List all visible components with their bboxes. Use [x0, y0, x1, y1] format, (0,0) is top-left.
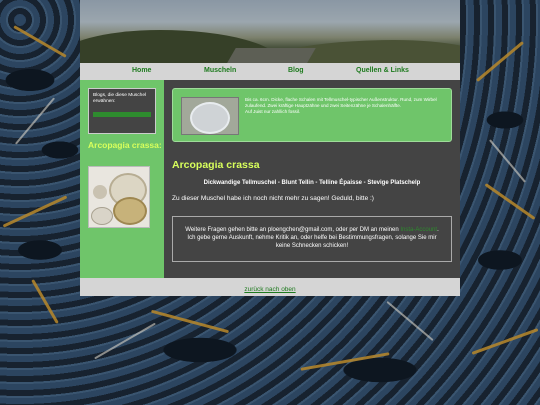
species-title: Arcopagia crassa — [172, 159, 260, 171]
main-content: Bis ca. 6cm. Dicke, flache Schalen mit T… — [164, 80, 460, 278]
instagram-link[interactable]: Insta-Account — [400, 227, 437, 233]
page-container: Home Muscheln Blog Quellen & Links Blogs… — [80, 0, 460, 296]
contact-text-pre: Weitere Fragen gehen bitte an ploengchen… — [185, 227, 401, 233]
nav-quellen-links[interactable]: Quellen & Links — [356, 67, 409, 74]
content-area: Blogs, die diese Muschel erwähnen: Arcop… — [80, 80, 460, 278]
species-description-fossil: Auf Juist nur zahllich fossil. — [245, 109, 301, 115]
nav-home[interactable]: Home — [132, 67, 151, 74]
common-names: Dickwandige Tellmuschel - Blunt Tellin -… — [203, 180, 421, 186]
species-description: Bis ca. 6cm. Dicke, flache Schalen mit T… — [245, 97, 445, 116]
sidebar: Blogs, die diese Muschel erwähnen: Arcop… — [80, 80, 164, 278]
footer: zurück nach oben — [80, 278, 460, 296]
blog-mention-link[interactable] — [93, 111, 151, 117]
shell-thumbnail — [181, 97, 239, 135]
nav-muscheln[interactable]: Muscheln — [204, 67, 236, 74]
shell-photo — [88, 166, 150, 228]
blog-mentions-box: Blogs, die diese Muschel erwähnen: — [88, 88, 156, 134]
species-description-text: Bis ca. 6cm. Dicke, flache Schalen mit T… — [245, 97, 437, 109]
main-nav: Home Muscheln Blog Quellen & Links — [80, 63, 460, 80]
info-note: Zu dieser Muschel habe ich noch nicht me… — [172, 195, 374, 202]
sidebar-species-title: Arcopagia crassa: — [88, 140, 162, 150]
blog-mentions-label: Blogs, die diese Muschel erwähnen: — [93, 93, 147, 105]
species-intro-box: Bis ca. 6cm. Dicke, flache Schalen mit T… — [172, 88, 452, 142]
back-to-top-link[interactable]: zurück nach oben — [244, 286, 295, 293]
contact-box: Weitere Fragen gehen bitte an ploengchen… — [172, 216, 452, 262]
nav-blog[interactable]: Blog — [288, 67, 304, 74]
header-landscape-image — [80, 0, 460, 63]
